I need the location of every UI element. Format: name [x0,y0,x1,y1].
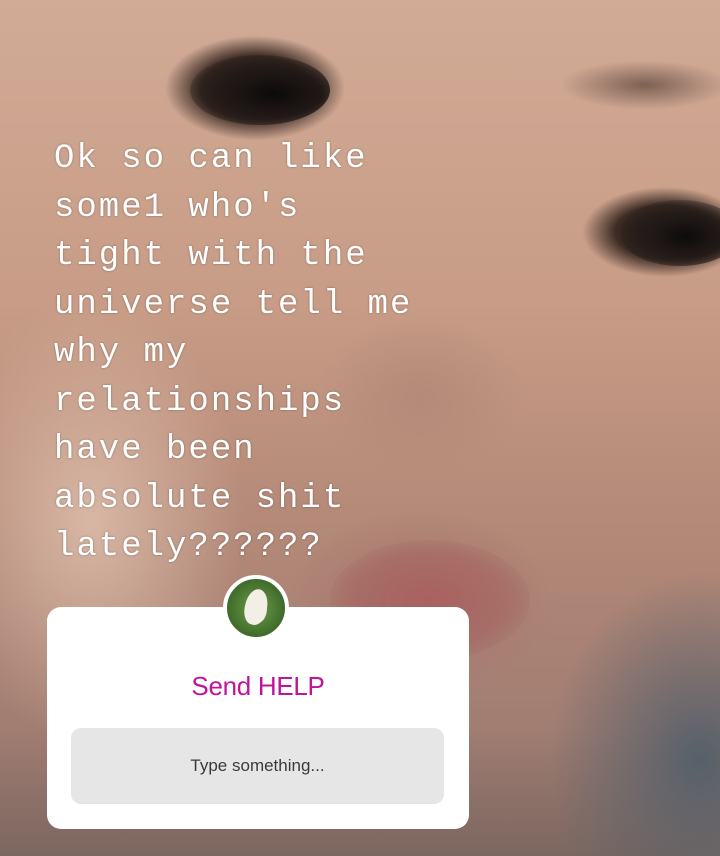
avatar [223,575,289,641]
photo-left-eye [190,55,330,125]
question-prompt: Send HELP [191,671,325,701]
photo-eyebrow [560,60,720,110]
avatar-flower-icon [241,587,271,627]
answer-input[interactable] [71,728,444,804]
story-caption-text: Ok so can like some1 who's tight with th… [54,140,413,566]
story-view: Ok so can like some1 who's tight with th… [0,0,720,856]
